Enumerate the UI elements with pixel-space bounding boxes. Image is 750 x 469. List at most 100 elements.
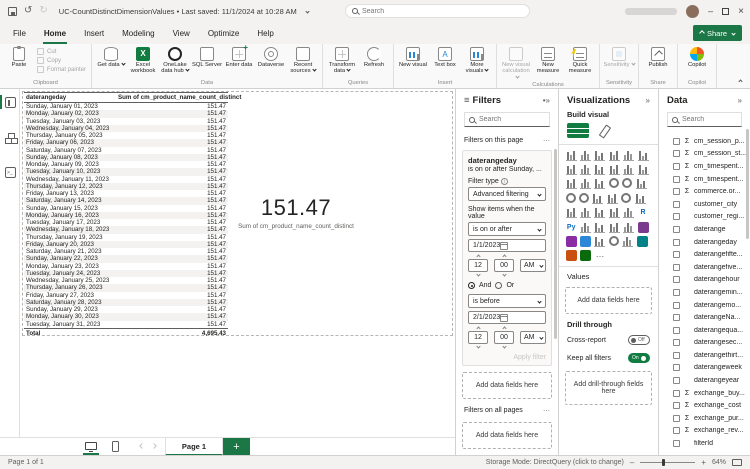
ribbon-button-dataverse[interactable]: Dataverse [255,46,287,68]
field-checkbox[interactable] [673,427,680,435]
new-page-button[interactable]: + [223,438,250,456]
field-cm-timespent-[interactable]: Σcm_timespent... [659,160,750,173]
field-exchange-pur-[interactable]: Σexchange_pur... [659,412,750,425]
collapse-pane-icon[interactable]: » [738,96,742,105]
fit-to-page-icon[interactable] [732,459,742,466]
field-checkbox[interactable] [673,263,680,271]
field-checkbox[interactable] [673,251,680,259]
power-apps-icon[interactable] [565,235,577,247]
mobile-layout-icon[interactable] [112,441,119,452]
condition2-operator-select[interactable]: is before [468,294,546,308]
field-filterid[interactable]: filterId [659,437,750,450]
field-checkbox[interactable] [673,326,680,334]
field-daterangemo-[interactable]: daterangemo... [659,299,750,312]
avatar[interactable] [686,4,700,18]
line-stacked-column-chart-icon[interactable] [608,164,620,176]
desktop-layout-icon[interactable] [85,442,97,452]
field-checkbox[interactable] [673,188,680,196]
field-checkbox[interactable] [673,414,680,422]
zoom-slider[interactable] [640,459,696,466]
ribbon-chart-icon[interactable] [637,164,649,176]
field-daterangesec-[interactable]: daterangesec... [659,337,750,350]
multi-row-card-icon[interactable] [565,207,577,219]
decomposition-tree-icon[interactable] [594,221,606,233]
global-search[interactable] [345,4,530,18]
arcgis-map-icon[interactable] [608,235,619,246]
keep-all-filters-toggle[interactable]: On [628,353,650,363]
field-checkbox[interactable] [673,389,680,397]
values-dropzone[interactable]: Add data fields here [565,287,652,314]
100-stacked-column-chart-icon[interactable] [637,149,649,161]
menu-home[interactable]: Home [35,25,75,44]
gauge-icon[interactable] [621,192,632,203]
data-search-input[interactable] [682,116,737,123]
donut-chart-icon[interactable] [622,178,633,189]
previous-page-icon[interactable] [139,443,145,449]
ribbon-button-publish[interactable]: Publish [642,46,674,68]
ribbon-button-paste[interactable]: Paste [3,46,35,68]
table-header[interactable]: daterangeday Sum of cm_product_name_coun… [24,92,241,103]
model-view-icon[interactable] [5,133,16,144]
report-canvas[interactable]: daterangeday Sum of cm_product_name_coun… [20,89,455,437]
global-search-input[interactable] [362,7,512,15]
filters-search[interactable] [464,112,550,127]
field-daterangefifte-[interactable]: daterangefifte... [659,248,750,261]
and-radio[interactable] [468,282,475,289]
metrics-icon[interactable] [637,221,649,233]
field-checkbox[interactable] [673,225,680,233]
field-checkbox[interactable] [673,377,680,385]
field-daterangeday[interactable]: daterangeday [659,236,750,249]
field-daterangequa-[interactable]: daterangequa... [659,324,750,337]
field-exchange-cost[interactable]: Σexchange_cost [659,399,750,412]
field-checkbox[interactable] [673,364,680,372]
ribbon-button-sql-server[interactable]: SQL Server [191,46,223,68]
or-radio[interactable] [495,282,503,289]
funnel-chart-icon[interactable] [580,178,592,190]
field-checkbox[interactable] [673,339,680,347]
field-commerce-or-[interactable]: Σcommerce.or... [659,185,750,198]
ribbon-button-quick-measure[interactable]: Quick measure [564,46,596,75]
field-daterangethirt-[interactable]: daterangethirt... [659,349,750,362]
field-customer-city[interactable]: customer_city [659,198,750,211]
calendar-icon[interactable] [500,313,509,322]
ribbon-button-sensitivity[interactable]: Sensitivity [603,46,636,68]
smart-narrative-icon[interactable] [594,235,606,247]
condition1-ampm-select[interactable]: AM [520,259,546,272]
azure-map-icon[interactable] [606,192,618,204]
field-checkbox[interactable] [673,162,680,170]
next-page-icon[interactable] [151,443,157,449]
field-cm-session-st-[interactable]: Σcm_session_st... [659,148,750,161]
condition1-date-input[interactable]: 1/1/2023 [468,239,546,252]
field-checkbox[interactable] [673,288,680,296]
zoom-out-icon[interactable]: – [630,458,634,467]
table-icon[interactable] [608,207,620,219]
field-daterangehour[interactable]: daterangehour [659,274,750,287]
field-checkbox[interactable] [673,137,680,145]
storage-mode-link[interactable]: Storage Mode: DirectQuery (click to chan… [486,459,624,466]
custom-visual-3-icon[interactable] [580,250,592,262]
condition2-date-input[interactable]: 2/1/2023 [468,311,546,324]
condition1-operator-select[interactable]: is on or after [468,222,546,236]
custom-visual-2-icon[interactable] [565,250,577,262]
maximize-button[interactable] [722,7,730,15]
field-daterangeyear[interactable]: daterangeyear [659,374,750,387]
field-customer-regi-[interactable]: customer_regi... [659,211,750,224]
ribbon-button-excel-workbook[interactable]: Excel workbook [127,46,159,75]
field-daterangena-[interactable]: daterangeNa... [659,311,750,324]
matrix-icon[interactable] [623,207,635,219]
custom-visual-icon[interactable] [636,235,648,247]
field-checkbox[interactable] [673,150,680,158]
filters-scrollbar[interactable] [554,149,557,339]
filter-type-select[interactable]: Advanced filtering [468,187,546,201]
ribbon-button-more-visuals[interactable]: More visuals [461,46,493,75]
shape-map-icon[interactable] [592,192,604,204]
pie-chart-icon[interactable] [608,178,619,189]
field-daterangemin-[interactable]: daterangemin... [659,286,750,299]
cross-report-toggle[interactable]: Off [628,335,650,345]
menu-view[interactable]: View [164,25,199,42]
add-data-fields-all-pages-dropzone[interactable]: Add data fields here [462,422,552,449]
ribbon-button-new-measure[interactable]: New measure [532,46,564,75]
condition2-ampm-select[interactable]: AM [520,331,546,344]
share-button[interactable]: Share [692,25,742,41]
field-checkbox[interactable] [673,301,680,309]
